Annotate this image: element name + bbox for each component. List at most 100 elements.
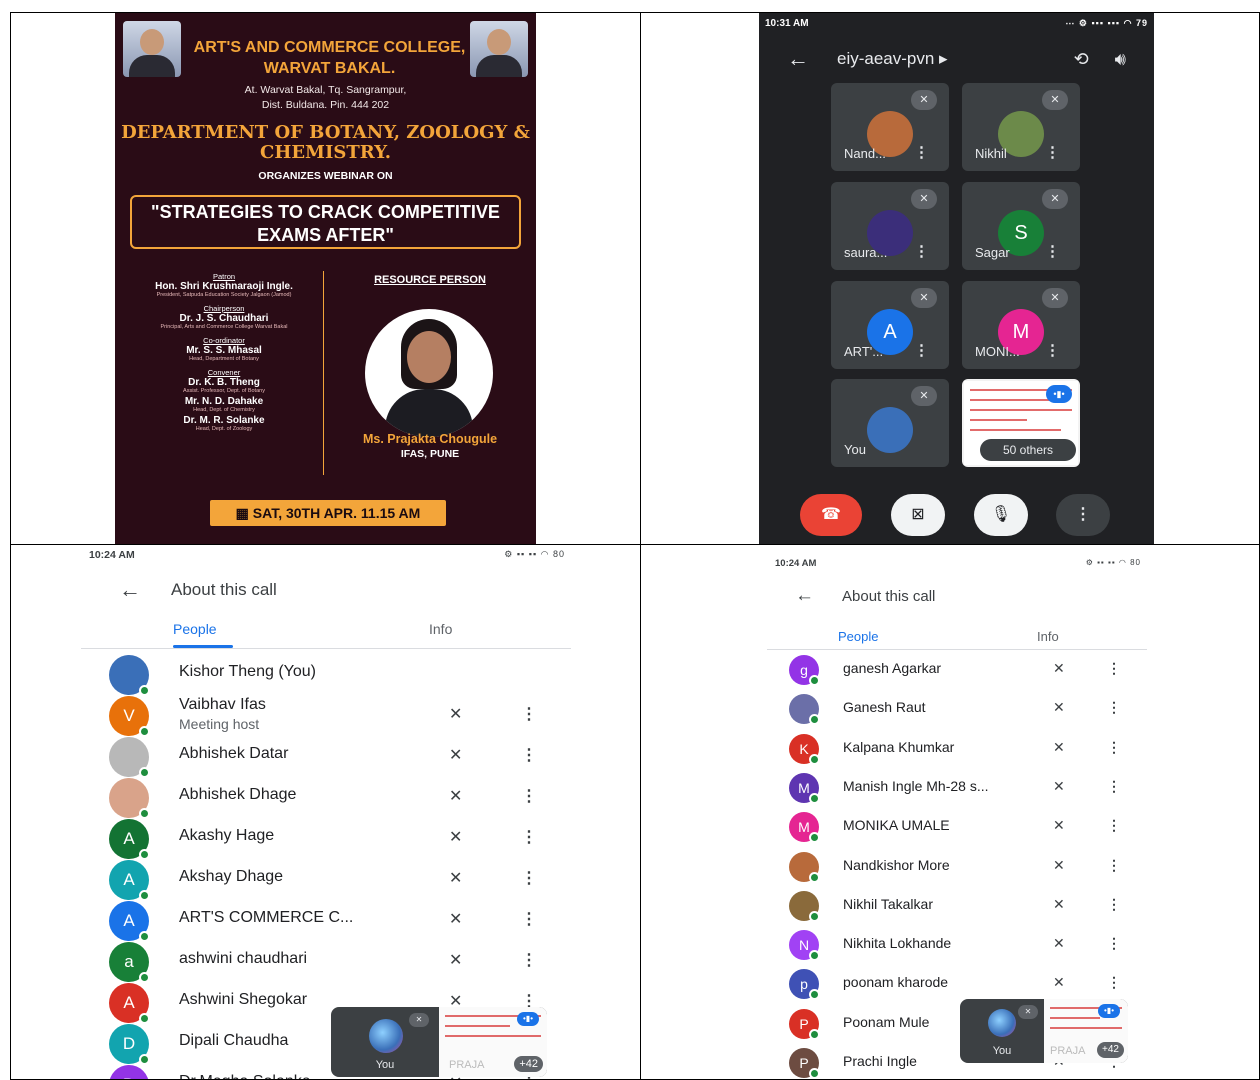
committee-designation: Assist. Professor, Dept. of Botany	[183, 388, 265, 394]
participant-name: Vaibhav Ifas	[179, 696, 266, 713]
participant-tile[interactable]: ✕ You	[831, 379, 949, 467]
more-icon[interactable]: ⋮	[1107, 739, 1121, 756]
meet-grid-panel: 10:31 AM ⋯ ⚙ ▪▪▪ ▪▪▪ ◠ 79 ← eiy-aeav-pvn…	[640, 12, 1260, 545]
avatar: a	[109, 942, 150, 983]
participant-tile[interactable]: ✕ Nikhil ⋮	[962, 83, 1080, 171]
participant-row[interactable]: A Akashy Hage ✕ ⋮	[81, 815, 571, 860]
screen-share-tile[interactable]: •▮• 50 others	[962, 379, 1080, 467]
avatar: D	[109, 1065, 149, 1079]
participant-name: Nikhil	[975, 146, 1007, 161]
participant-row[interactable]: Nikhil Takalkar ✕ ⋮	[767, 887, 1147, 926]
avatar: g	[789, 655, 820, 686]
more-icon[interactable]: ⋮	[1045, 341, 1060, 359]
participant-tile[interactable]: ✕ S Sagar ⋮	[962, 182, 1080, 270]
pip-self-tile: ✕ You	[960, 999, 1044, 1063]
status-bar: 10:31 AM ⋯ ⚙ ▪▪▪ ▪▪▪ ◠ 79	[765, 18, 1148, 29]
more-icon[interactable]: ⋮	[1107, 935, 1121, 952]
switch-camera-icon[interactable]: ⟲	[1074, 49, 1089, 70]
avatar: A	[109, 901, 150, 942]
status-icons: ⚙ ▪▪ ▪▪ ◠ 80	[1085, 558, 1141, 567]
mic-off-icon: ✕	[449, 747, 463, 764]
participant-row[interactable]: A Akshay Dhage ✕ ⋮	[81, 856, 571, 901]
more-icon[interactable]: ⋮	[521, 950, 537, 970]
pip-window[interactable]: ✕ You •▮• PRAJA +42	[331, 1007, 547, 1077]
participant-tile[interactable]: ✕ M MONI... ⋮	[962, 281, 1080, 369]
back-arrow-icon[interactable]: ←	[119, 577, 141, 603]
tab-info[interactable]: Info	[1037, 629, 1059, 644]
organizes-label: ORGANIZES WEBINAR ON	[258, 170, 393, 182]
meeting-code[interactable]: eiy-aeav-pvn ▸	[837, 49, 1048, 69]
more-icon[interactable]: ⋮	[914, 143, 929, 161]
tab-info[interactable]: Info	[429, 621, 452, 637]
more-icon[interactable]: ⋮	[1107, 974, 1121, 991]
more-icon[interactable]: ⋮	[1107, 896, 1121, 913]
avatar-initial: A	[123, 993, 135, 1012]
more-icon[interactable]: ⋮	[1107, 778, 1121, 795]
back-arrow-icon[interactable]: ←	[787, 46, 817, 72]
more-icon[interactable]: ⋮	[914, 242, 929, 260]
webinar-date: ▦ SAT, 30TH APR. 11.15 AM	[210, 500, 446, 526]
more-icon[interactable]: ⋮	[521, 786, 537, 806]
participant-row[interactable]: V Vaibhav Ifas Meeting host ✕ ⋮	[81, 692, 571, 737]
college-name: ART'S AND COMMERCE COLLEGE, WARVAT BAKAL…	[193, 39, 466, 77]
avatar: A	[109, 819, 150, 860]
others-chip[interactable]: 50 others	[980, 439, 1076, 461]
participant-row[interactable]: Nandkishor More ✕ ⋮	[767, 848, 1147, 887]
mic-off-icon: ✕	[449, 706, 463, 723]
more-icon[interactable]: ⋮	[1045, 242, 1060, 260]
more-options-button[interactable]: ⋮	[1056, 494, 1110, 536]
participant-row[interactable]: M Manish Ingle Mh-28 s... ✕ ⋮	[767, 769, 1147, 808]
participant-name: Dr.Megha Solanke	[179, 1073, 311, 1079]
more-icon[interactable]: ⋮	[521, 745, 537, 765]
participant-row[interactable]: A ART'S COMMERCE C... ✕ ⋮	[81, 897, 571, 942]
avatar-initial: a	[124, 952, 134, 971]
participant-row[interactable]: K Kalpana Khumkar ✕ ⋮	[767, 730, 1147, 769]
participant-row[interactable]: Ganesh Raut ✕ ⋮	[767, 690, 1147, 729]
end-call-button[interactable]: ☎	[800, 494, 862, 536]
college-address: At. Warvat Bakal, Tq. Sangrampur, Dist. …	[244, 84, 407, 111]
avatar	[988, 1009, 1016, 1037]
participant-row[interactable]: Abhishek Dhage ✕ ⋮	[81, 774, 571, 819]
more-icon[interactable]: ⋮	[1107, 660, 1121, 677]
mic-off-icon: ✕	[911, 288, 937, 308]
participant-row[interactable]: Kishor Theng (You)	[81, 651, 571, 696]
more-icon[interactable]: ⋮	[521, 827, 537, 847]
participant-name: Prachi Ingle	[843, 1053, 917, 1069]
camera-off-button[interactable]: ⊠	[891, 494, 945, 536]
avatar: V	[109, 696, 150, 737]
pip-count: +42	[514, 1056, 543, 1072]
more-icon[interactable]: ⋮	[1107, 699, 1121, 716]
participant-name: You	[844, 442, 866, 457]
avatar-initial: A	[123, 911, 135, 930]
participant-name: Poonam Mule	[843, 1013, 930, 1030]
more-icon[interactable]: ⋮	[521, 909, 537, 929]
more-icon[interactable]: ⋮	[914, 341, 929, 359]
avatar-initial: A	[123, 870, 135, 889]
tab-people[interactable]: People	[173, 621, 217, 637]
participant-row[interactable]: a ashwini chaudhari ✕ ⋮	[81, 938, 571, 983]
more-icon[interactable]: ⋮	[1045, 143, 1060, 161]
people-list-panel-right: 10:24 AM ⚙ ▪▪ ▪▪ ◠ 80 ← About this call …	[640, 544, 1260, 1080]
mic-off-icon: ✕	[911, 386, 937, 406]
participant-row[interactable]: Abhishek Datar ✕ ⋮	[81, 733, 571, 778]
presenting-icon: •▮•	[1046, 385, 1072, 403]
committee-designation: President, Satpuda Education Society Jal…	[156, 292, 292, 298]
more-icon[interactable]: ⋮	[521, 704, 537, 724]
participant-row[interactable]: g ganesh Agarkar ✕ ⋮	[767, 651, 1147, 690]
participant-row[interactable]: N Nikhita Lokhande ✕ ⋮	[767, 926, 1147, 965]
tab-people[interactable]: People	[838, 629, 878, 644]
online-indicator	[809, 1028, 820, 1040]
status-icons: ⚙ ▪▪ ▪▪ ◠ 80	[504, 549, 565, 559]
more-icon[interactable]: ⋮	[1107, 857, 1121, 874]
mic-off-button[interactable]: 🎙︎	[974, 494, 1028, 536]
more-icon[interactable]: ⋮	[1107, 817, 1121, 834]
pip-window[interactable]: ✕ You •▮• PRAJA +42	[960, 999, 1128, 1063]
more-icon[interactable]: ⋮	[521, 868, 537, 888]
participant-row[interactable]: M MONIKA UMALE ✕ ⋮	[767, 808, 1147, 847]
participant-tile[interactable]: ✕ Nand... ⋮	[831, 83, 949, 171]
back-arrow-icon[interactable]: ←	[795, 585, 814, 607]
participant-tile[interactable]: ✕ saura... ⋮	[831, 182, 949, 270]
participant-tile[interactable]: ✕ A ART'... ⋮	[831, 281, 949, 369]
pip-presenter-name: PRAJA	[449, 1059, 485, 1071]
speaker-icon[interactable]: 🔊︎	[1115, 49, 1126, 70]
